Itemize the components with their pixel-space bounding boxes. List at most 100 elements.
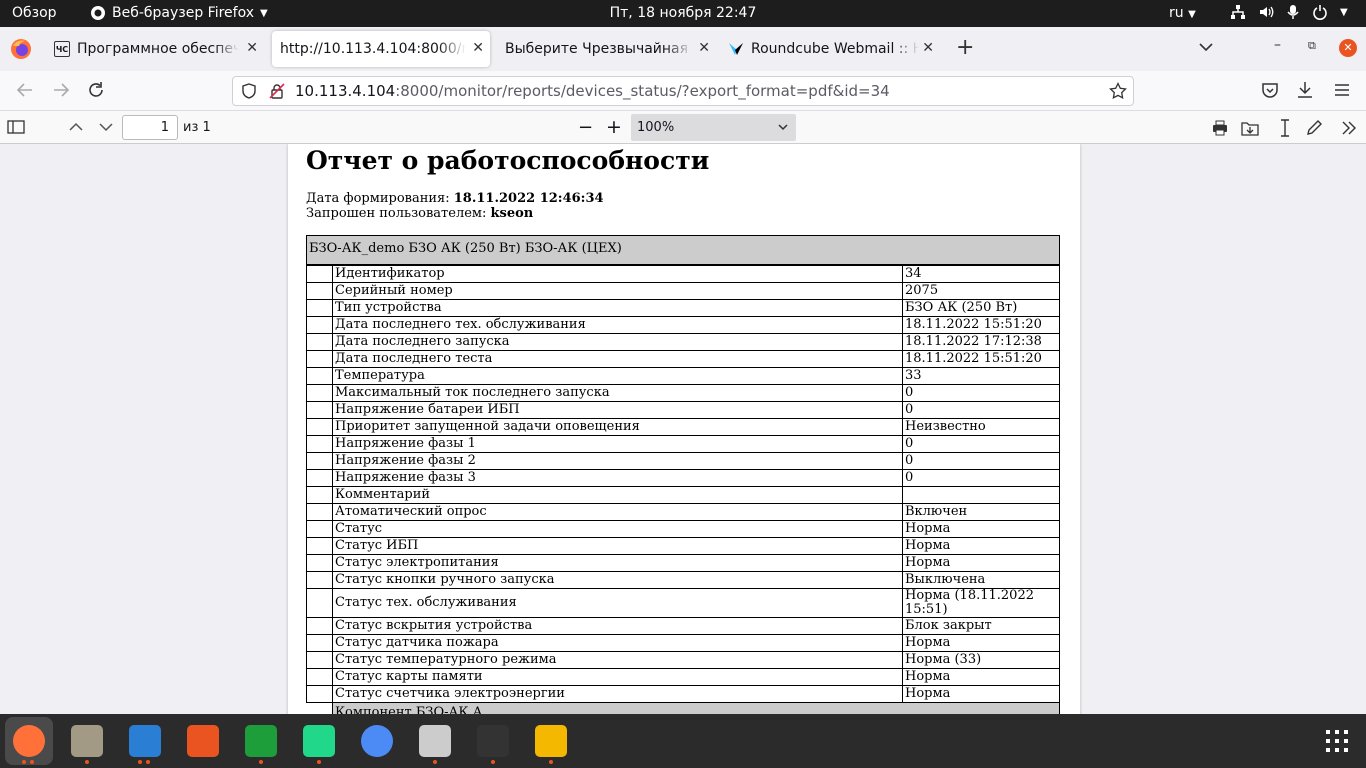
print-icon[interactable] <box>1212 120 1228 136</box>
page-count: из 1 <box>183 120 211 135</box>
calc-icon <box>245 725 277 757</box>
param-value-cell: Норма <box>902 685 1060 703</box>
roundcube-favicon-icon <box>729 43 743 55</box>
param-value-cell: 33 <box>902 367 1060 385</box>
hamburger-menu-icon[interactable] <box>1333 81 1351 99</box>
downloads-icon[interactable] <box>1296 81 1314 99</box>
tab-label: http://10.113.4.104:8000/monitor <box>280 41 466 57</box>
insecure-lock-icon[interactable] <box>269 83 285 99</box>
running-indicator <box>317 760 321 764</box>
table-row: Напряжение фазы 30 <box>306 469 1060 487</box>
param-name-cell: Статус тех. обслуживания <box>332 588 903 618</box>
table-row: Атоматический опрос Включен <box>306 503 1060 521</box>
tab-emergency[interactable]: Выберите Чрезвычайная ситуация ✕ <box>498 31 716 67</box>
clock[interactable]: Пт, 18 ноября 22:47 <box>0 5 1366 21</box>
running-indicator <box>491 760 495 764</box>
calculator-icon <box>535 725 567 757</box>
show-apps-grid-icon[interactable] <box>1326 730 1348 752</box>
table-row: Статус ИБП Норма <box>306 537 1060 555</box>
param-value-cell: 0 <box>902 435 1060 453</box>
tab-roundcube[interactable]: Roundcube Webmail :: Нет ✕ <box>722 31 940 67</box>
indent-cell <box>306 265 333 283</box>
indent-cell <box>306 367 333 385</box>
dock-item[interactable] <box>179 717 227 765</box>
zoom-select[interactable]: 100% <box>631 114 796 141</box>
param-value-cell: 0 <box>902 401 1060 419</box>
tab-software[interactable]: ЧС Программное обеспечение ✕ <box>48 31 264 67</box>
dock-item[interactable] <box>295 717 343 765</box>
table-row: Статус вскрытия устройства Блок закрыт <box>306 617 1060 635</box>
bookmark-star-icon[interactable] <box>1109 82 1127 100</box>
indent-cell <box>306 384 333 402</box>
close-icon[interactable]: ✕ <box>472 40 484 56</box>
tab-label: Roundcube Webmail :: Нет <box>751 41 919 57</box>
zoom-in-button[interactable]: + <box>606 116 622 138</box>
indent-cell <box>306 486 333 504</box>
dock-item[interactable] <box>121 717 169 765</box>
param-value-cell: Норма <box>902 520 1060 538</box>
dock-item[interactable] <box>63 717 111 765</box>
minimize-button[interactable]: – <box>1274 37 1281 53</box>
param-name-cell: Дата последнего тех. обслуживания <box>332 316 903 334</box>
param-value-cell: Норма (33) <box>902 651 1060 669</box>
table-row: Напряжение фазы 20 <box>306 452 1060 470</box>
dock-item[interactable] <box>353 717 401 765</box>
url-bar[interactable]: 10.113.4.104:8000/monitor/reports/device… <box>232 76 1134 106</box>
cs-favicon-icon: ЧС <box>54 41 70 57</box>
system-tray[interactable]: ▼ <box>1230 4 1348 20</box>
close-icon[interactable]: ✕ <box>246 40 258 56</box>
param-name-cell: Температура <box>332 367 903 385</box>
draw-pen-icon[interactable] <box>1305 119 1323 137</box>
dock-item[interactable] <box>527 717 575 765</box>
indent-cell <box>306 418 333 436</box>
previous-page-icon[interactable] <box>69 122 83 132</box>
text-cursor-icon[interactable] <box>1278 119 1292 137</box>
zoom-out-button[interactable]: − <box>578 117 593 138</box>
gnome-top-bar: Обзор Веб-браузер Firefox ▼ Пт, 18 ноябр… <box>0 0 1366 27</box>
tab-report-pdf[interactable]: http://10.113.4.104:8000/monitor ✕ <box>272 31 490 67</box>
software-icon <box>187 725 219 757</box>
pdf-page: Отчет о работоспособности Дата формирова… <box>288 144 1080 714</box>
reload-icon[interactable] <box>87 81 105 99</box>
next-section-row: Компонент БЗО-АК А... <box>332 702 1060 714</box>
page-number-input[interactable]: 1 <box>122 115 178 140</box>
chevron-down-icon <box>778 124 788 131</box>
sidebar-toggle-icon[interactable] <box>7 120 25 134</box>
param-value-cell: БЗО АК (250 Вт) <box>902 299 1060 317</box>
date-label: Дата формирования: <box>306 191 454 206</box>
param-name-cell: Напряжение фазы 2 <box>332 452 903 470</box>
table-row: Максимальный ток последнего запуска 0 <box>306 384 1060 402</box>
dock-item[interactable] <box>411 717 459 765</box>
dock-item[interactable] <box>5 717 53 765</box>
keyboard-layout-indicator[interactable]: ru ▼ <box>1169 5 1196 21</box>
param-name-cell: Напряжение фазы 3 <box>332 469 903 487</box>
shield-icon[interactable] <box>241 83 257 99</box>
pocket-icon[interactable] <box>1261 81 1279 99</box>
param-value-cell: Норма <box>902 554 1060 572</box>
param-value-cell: 18.11.2022 15:51:20 <box>902 316 1060 334</box>
forward-icon[interactable] <box>52 81 70 99</box>
table-row: Температура 33 <box>306 367 1060 385</box>
pdf-viewport[interactable]: Отчет о работоспособности Дата формирова… <box>0 144 1366 714</box>
param-value-cell: 18.11.2022 17:12:38 <box>902 333 1060 351</box>
tools-menu-icon[interactable] <box>1342 121 1356 135</box>
next-page-icon[interactable] <box>99 122 113 132</box>
save-icon[interactable] <box>1241 120 1259 136</box>
firefox-view-icon[interactable] <box>10 38 32 60</box>
back-icon[interactable] <box>16 81 34 99</box>
indent-cell <box>306 588 333 618</box>
param-value-cell: 34 <box>902 265 1060 283</box>
chromium-icon <box>361 725 393 757</box>
close-window-button[interactable]: ✕ <box>1339 39 1357 57</box>
dock-item[interactable] <box>469 717 517 765</box>
param-value-cell: Неизвестно <box>902 418 1060 436</box>
param-value-cell: Блок закрыт <box>902 617 1060 635</box>
close-icon[interactable]: ✕ <box>698 40 710 56</box>
param-name-cell: Идентификатор <box>332 265 903 283</box>
new-tab-button[interactable]: + <box>956 35 974 60</box>
list-all-tabs-icon[interactable] <box>1199 42 1213 52</box>
dock-item[interactable] <box>237 717 285 765</box>
table-row: Статус кнопки ручного запуска Выключена <box>306 571 1060 589</box>
maximize-button[interactable]: ⧉ <box>1308 39 1316 53</box>
close-icon[interactable]: ✕ <box>922 40 934 56</box>
